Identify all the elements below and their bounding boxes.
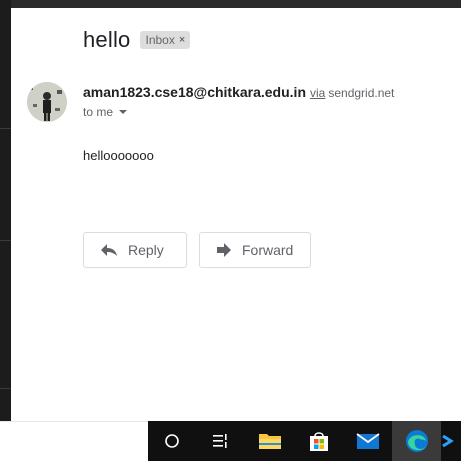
reply-label: Reply: [128, 242, 164, 258]
forward-label: Forward: [242, 242, 294, 258]
file-explorer-icon[interactable]: [246, 421, 295, 461]
via-link[interactable]: via: [310, 86, 325, 100]
sender-row: aman1823.cse18@chitkara.edu.in via sendgr…: [83, 84, 394, 100]
task-view-icon[interactable]: [197, 421, 246, 461]
sender-email[interactable]: aman1823.cse18@chitkara.edu.in: [83, 84, 306, 100]
reply-arrow-icon: [101, 244, 117, 256]
via-domain: sendgrid.net: [328, 86, 395, 100]
email-subject: hello: [83, 27, 131, 52]
divider: [0, 128, 11, 129]
background-window-strip: [0, 0, 11, 420]
divider: [0, 388, 11, 389]
windows-taskbar: [148, 421, 461, 461]
recipient-text: to me: [83, 105, 114, 119]
reply-button[interactable]: Reply: [83, 232, 187, 268]
subject-row: hello Inbox ×: [83, 27, 191, 53]
taskbar-search-area[interactable]: [0, 421, 148, 461]
search-icon[interactable]: [148, 421, 197, 461]
label-text: Inbox: [145, 33, 175, 47]
edge-icon[interactable]: [392, 421, 442, 461]
powershell-icon[interactable]: [441, 421, 461, 461]
email-view: hello Inbox × aman1823.cse18@chitkara.ed…: [11, 8, 461, 421]
avatar-photo-icon: [27, 82, 67, 122]
sender-avatar[interactable]: [27, 82, 67, 122]
email-body: hellooooooo: [83, 148, 154, 163]
via-info: via sendgrid.net: [310, 86, 394, 100]
forward-arrow-icon: [217, 243, 231, 257]
forward-button[interactable]: Forward: [199, 232, 311, 268]
remove-label-button[interactable]: ×: [179, 34, 185, 46]
window-top-edge: [11, 0, 461, 8]
inbox-label-chip: Inbox ×: [140, 31, 191, 49]
chevron-down-icon: [119, 110, 128, 114]
mail-icon[interactable]: [343, 421, 392, 461]
store-icon[interactable]: [295, 421, 344, 461]
divider: [0, 240, 11, 241]
recipient-details-toggle[interactable]: to me: [83, 105, 128, 119]
